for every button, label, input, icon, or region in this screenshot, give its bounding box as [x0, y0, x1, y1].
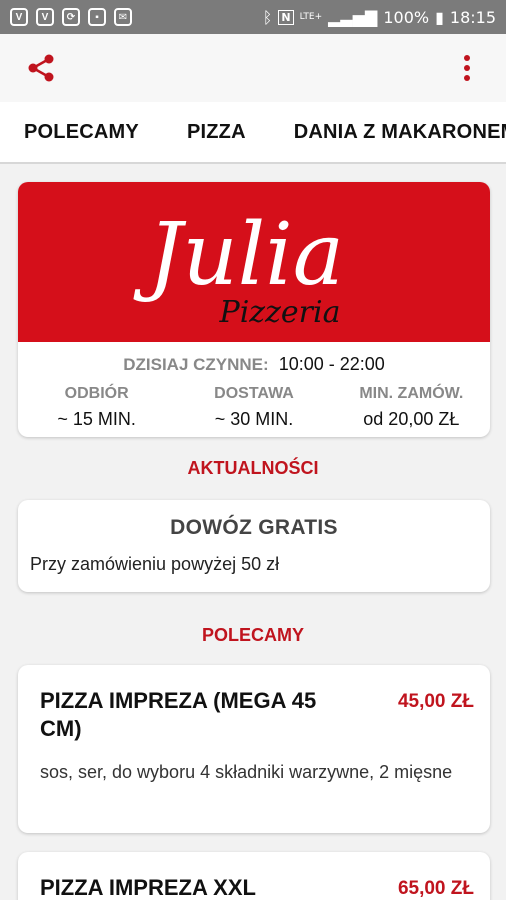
- more-vert-icon: [464, 55, 470, 81]
- news-section-title: AKTUALNOŚCI: [187, 458, 319, 478]
- category-tabs: POLECAMY PIZZA DANIA Z MAKARONEM: [0, 102, 506, 164]
- battery-percent: 100%: [383, 7, 430, 27]
- opening-hours: DZISIAJ CZYNNE: 10:00 - 22:00: [18, 354, 490, 375]
- refresh-icon: ⟳: [62, 8, 80, 26]
- tab-polecamy[interactable]: POLECAMY: [0, 121, 163, 144]
- restaurant-card: Julia Pizzeria DZISIAJ CZYNNE: 10:00 - 22…: [18, 182, 490, 437]
- bluetooth-icon: ᛒ: [262, 7, 273, 27]
- delivery-info: ODBIÓR ~ 15 MIN. DOSTAWA ~ 30 MIN. MIN. …: [18, 385, 490, 430]
- delivery-label: DOSTAWA: [214, 385, 294, 402]
- opening-hours-label: DZISIAJ CZYNNE:: [123, 355, 269, 374]
- signal-icon: ▂▃▅▇: [328, 7, 378, 27]
- pickup-value: ~ 15 MIN.: [57, 409, 136, 429]
- share-icon: [28, 54, 54, 82]
- restaurant-logo: Julia Pizzeria: [133, 205, 344, 330]
- tab-dania-z-makaronem[interactable]: DANIA Z MAKARONEM: [270, 121, 506, 144]
- pickup-info: ODBIÓR ~ 15 MIN.: [18, 385, 175, 430]
- product-card[interactable]: PIZZA IMPREZA (MEGA 45 CM) 45,00 ZŁ sos,…: [18, 665, 490, 833]
- product-card[interactable]: PIZZA IMPREZA XXL 65,00 ZŁ: [18, 852, 490, 900]
- lte-label: LTE+: [299, 11, 323, 22]
- mail-icon: ✉: [114, 8, 132, 26]
- pickup-label: ODBIÓR: [64, 385, 129, 402]
- recommended-section-title: POLECAMY: [201, 625, 304, 645]
- v-icon: V: [36, 8, 54, 26]
- restaurant-logo-banner: Julia Pizzeria: [18, 182, 490, 342]
- share-button[interactable]: [24, 51, 58, 85]
- notification-icons: V V ⟳ ▪ ✉: [10, 8, 132, 26]
- news-body: Przy zamówieniu powyżej 50 zł: [30, 554, 280, 574]
- system-indicators: ᛒ N LTE+ ▂▃▅▇ 100% ▮ 18:15: [263, 8, 496, 27]
- min-order-label: MIN. ZAMÓW.: [359, 385, 464, 402]
- news-card[interactable]: DOWÓZ GRATIS Przy zamówieniu powyżej 50 …: [18, 500, 490, 592]
- product-price: 45,00 ZŁ: [397, 691, 474, 712]
- nfc-icon: N: [278, 9, 294, 25]
- min-order-value: od 20,00 ZŁ: [363, 409, 460, 429]
- news-title: DOWÓZ GRATIS: [170, 516, 338, 539]
- product-description: sos, ser, do wyboru 4 składniki warzywne…: [40, 762, 453, 782]
- more-options-button[interactable]: [450, 51, 484, 85]
- app-bar: [0, 34, 506, 102]
- product-name: PIZZA IMPREZA (MEGA 45 CM): [40, 688, 317, 741]
- restaurant-info: DZISIAJ CZYNNE: 10:00 - 22:00 ODBIÓR ~ 15…: [18, 342, 490, 430]
- battery-icon: ▮: [435, 7, 444, 27]
- opening-hours-value: 10:00 - 22:00: [278, 354, 385, 374]
- delivery-value: ~ 30 MIN.: [214, 409, 294, 429]
- sim-icon: ▪: [88, 8, 106, 26]
- product-name: PIZZA IMPREZA XXL: [40, 875, 256, 900]
- product-price: 65,00 ZŁ: [397, 878, 474, 899]
- v-icon: V: [10, 8, 28, 26]
- delivery-time-info: DOSTAWA ~ 30 MIN.: [175, 385, 332, 430]
- tab-pizza[interactable]: PIZZA: [163, 121, 270, 144]
- logo-main-text: Julia: [133, 205, 344, 305]
- logo-sub-text: Pizzeria: [219, 295, 341, 330]
- status-bar: V V ⟳ ▪ ✉ ᛒ N LTE+ ▂▃▅▇ 100% ▮ 18:15: [0, 0, 506, 34]
- clock: 18:15: [449, 7, 496, 27]
- min-order-info: MIN. ZAMÓW. od 20,00 ZŁ: [333, 385, 490, 430]
